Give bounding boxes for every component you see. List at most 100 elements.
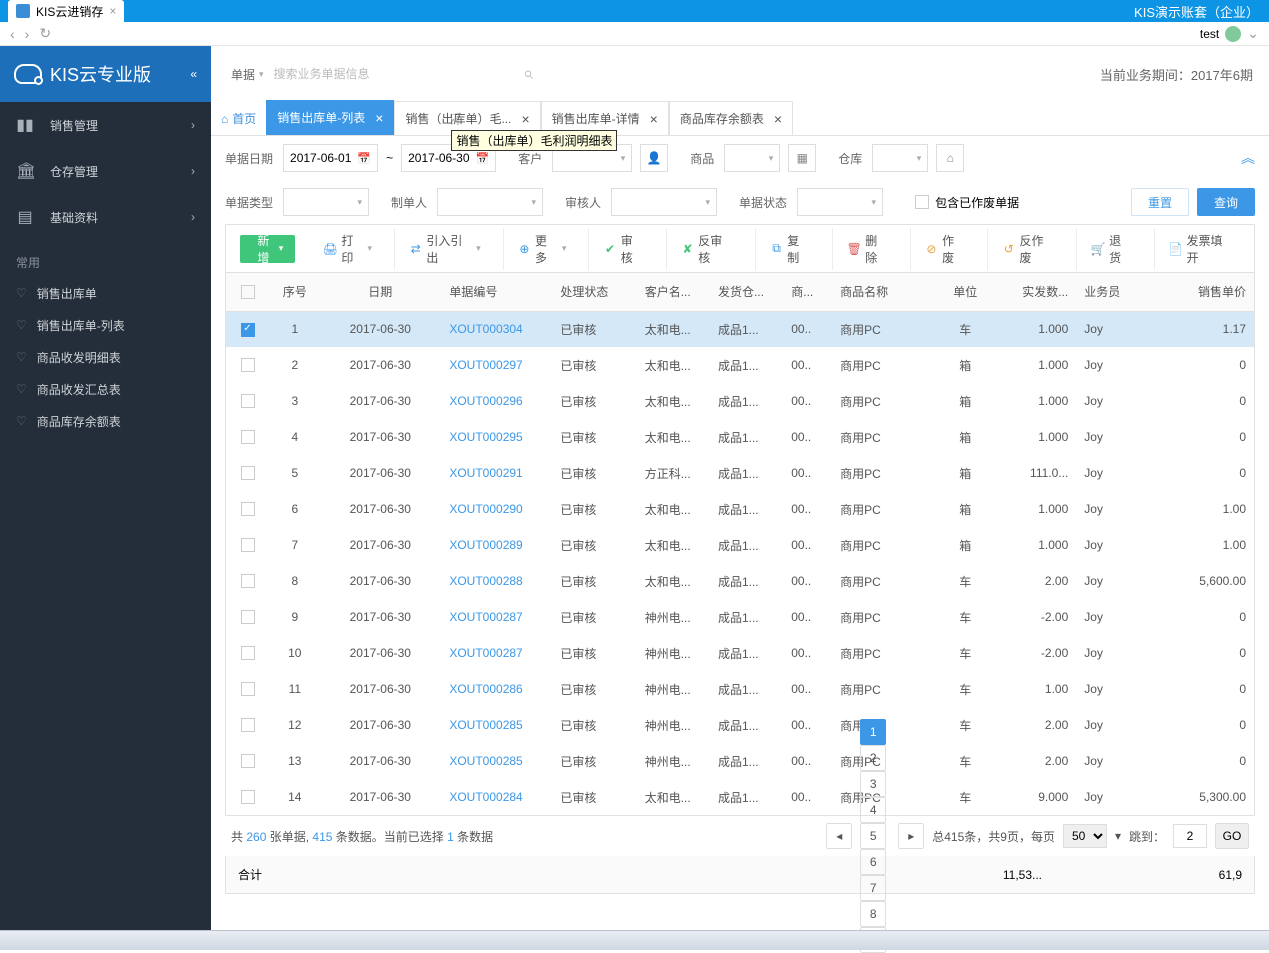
pager-page-number[interactable]: 2	[860, 745, 886, 771]
doc-code-link[interactable]: XOUT000296	[441, 383, 552, 419]
nav-back-icon[interactable]: ‹	[10, 26, 15, 42]
pager-page-number[interactable]: 1	[860, 719, 886, 745]
page-jump-input[interactable]	[1173, 824, 1207, 848]
table-row[interactable]: 102017-06-30XOUT000287已审核神州电...成品1...00.…	[226, 635, 1254, 671]
tab-gross-profit[interactable]: 销售（出库单）毛... × ☟ 销售（出库单）毛利润明细表	[394, 101, 540, 135]
tab-sales-out-list[interactable]: 销售出库单-列表 ×	[266, 100, 394, 135]
column-header[interactable]: 商品名称	[832, 273, 932, 311]
copy-button[interactable]: ⧉复制	[755, 228, 818, 270]
row-checkbox[interactable]	[241, 646, 255, 660]
search-input[interactable]: 搜索业务单据信息	[274, 63, 534, 85]
page-size-select[interactable]: 50	[1063, 824, 1107, 848]
column-header[interactable]: 实发数...	[999, 273, 1077, 311]
close-icon[interactable]: ×	[521, 111, 529, 127]
row-checkbox[interactable]	[241, 394, 255, 408]
maker-select[interactable]: ▾	[437, 188, 543, 216]
sidebar-favorite-item[interactable]: ♡商品收发明细表	[0, 341, 211, 373]
table-row[interactable]: 72017-06-30XOUT000289已审核太和电...成品1...00..…	[226, 527, 1254, 563]
query-button[interactable]: 查询	[1197, 188, 1255, 216]
column-header[interactable]: 处理状态	[552, 273, 636, 311]
new-button[interactable]: 新增▾	[240, 235, 295, 263]
goods-select[interactable]: ▾	[724, 144, 780, 172]
void-button[interactable]: ⊘作废	[910, 228, 973, 270]
date-from-input[interactable]: 2017-06-01📅	[283, 144, 378, 172]
checker-select[interactable]: ▾	[611, 188, 717, 216]
sidebar-favorite-item[interactable]: ♡销售出库单-列表	[0, 309, 211, 341]
search-type-selector[interactable]: 单据 ▾	[231, 66, 264, 83]
row-checkbox[interactable]	[241, 430, 255, 444]
table-row[interactable]: 132017-06-30XOUT000285已审核神州电...成品1...00.…	[226, 743, 1254, 779]
doc-code-link[interactable]: XOUT000297	[441, 347, 552, 383]
sidebar-collapse-icon[interactable]: «	[190, 67, 197, 81]
unvoid-button[interactable]: ↺反作废	[987, 228, 1062, 270]
table-row[interactable]: 22017-06-30XOUT000297已审核太和电...成品1...00..…	[226, 347, 1254, 383]
pager-page-number[interactable]: 7	[860, 875, 886, 901]
row-checkbox[interactable]	[241, 358, 255, 372]
row-checkbox[interactable]	[241, 682, 255, 696]
user-menu-caret-icon[interactable]: ⌄	[1247, 25, 1259, 42]
status-select[interactable]: ▾	[797, 188, 883, 216]
goods-lookup-icon[interactable]: ▦	[788, 144, 816, 172]
row-checkbox[interactable]	[241, 466, 255, 480]
doc-code-link[interactable]: XOUT000289	[441, 527, 552, 563]
select-all-checkbox[interactable]	[241, 285, 255, 299]
doc-code-link[interactable]: XOUT000290	[441, 491, 552, 527]
doc-code-link[interactable]: XOUT000284	[441, 779, 552, 815]
pager-prev-icon[interactable]: ◂	[826, 823, 852, 849]
row-checkbox[interactable]	[241, 790, 255, 804]
expand-filters-icon[interactable]: ︽	[1241, 148, 1255, 168]
table-row[interactable]: 32017-06-30XOUT000296已审核太和电...成品1...00..…	[226, 383, 1254, 419]
doc-code-link[interactable]: XOUT000304	[441, 311, 552, 347]
doc-type-select[interactable]: ▾	[283, 188, 369, 216]
audit-button[interactable]: ✔审核	[588, 228, 651, 270]
column-header[interactable]: 序号	[270, 273, 319, 311]
table-row[interactable]: 112017-06-30XOUT000286已审核神州电...成品1...00.…	[226, 671, 1254, 707]
doc-code-link[interactable]: XOUT000287	[441, 599, 552, 635]
sidebar-favorite-item[interactable]: ♡销售出库单	[0, 277, 211, 309]
warehouse-lookup-icon[interactable]: ⌂	[936, 144, 964, 172]
print-button[interactable]: 🖨打印▾	[309, 228, 380, 270]
customer-lookup-icon[interactable]: 👤	[640, 144, 668, 172]
warehouse-select[interactable]: ▾	[872, 144, 928, 172]
table-row[interactable]: 12017-06-30XOUT000304已审核太和电...成品1...00..…	[226, 311, 1254, 347]
doc-code-link[interactable]: XOUT000285	[441, 707, 552, 743]
column-header[interactable]: 单位	[932, 273, 999, 311]
doc-code-link[interactable]: XOUT000286	[441, 671, 552, 707]
doc-code-link[interactable]: XOUT000285	[441, 743, 552, 779]
close-icon[interactable]: ×	[774, 111, 782, 127]
row-checkbox[interactable]	[241, 718, 255, 732]
row-checkbox[interactable]	[241, 754, 255, 768]
pager-page-number[interactable]: 6	[860, 849, 886, 875]
reset-button[interactable]: 重置	[1131, 188, 1189, 216]
nav-forward-icon[interactable]: ›	[25, 26, 30, 42]
pager-page-number[interactable]: 3	[860, 771, 886, 797]
sidebar-item-basedata[interactable]: ▤ 基础资料 ›	[0, 194, 211, 240]
row-checkbox[interactable]	[241, 323, 255, 337]
doc-code-link[interactable]: XOUT000295	[441, 419, 552, 455]
pager-page-number[interactable]: 4	[860, 797, 886, 823]
row-checkbox[interactable]	[241, 538, 255, 552]
column-header[interactable]: 销售单价	[1154, 273, 1254, 311]
column-header[interactable]: 业务员	[1076, 273, 1154, 311]
tab-close-icon[interactable]: ×	[109, 4, 116, 18]
user-avatar[interactable]	[1225, 26, 1241, 42]
table-row[interactable]: 122017-06-30XOUT000285已审核神州电...成品1...00.…	[226, 707, 1254, 743]
column-header[interactable]: 单据编号	[441, 273, 552, 311]
column-header[interactable]: 商...	[783, 273, 832, 311]
invoice-button[interactable]: 📄发票填开	[1154, 228, 1241, 270]
unaudit-button[interactable]: ✘反审核	[666, 228, 741, 270]
nav-refresh-icon[interactable]: ↻	[39, 25, 51, 42]
browser-tab[interactable]: KIS云进销存 ×	[8, 0, 124, 22]
row-checkbox[interactable]	[241, 502, 255, 516]
table-row[interactable]: 92017-06-30XOUT000287已审核神州电...成品1...00..…	[226, 599, 1254, 635]
table-row[interactable]: 82017-06-30XOUT000288已审核太和电...成品1...00..…	[226, 563, 1254, 599]
close-icon[interactable]: ×	[650, 111, 658, 127]
sidebar-favorite-item[interactable]: ♡商品收发汇总表	[0, 373, 211, 405]
doc-code-link[interactable]: XOUT000291	[441, 455, 552, 491]
more-button[interactable]: ⊕更多▾	[503, 228, 575, 270]
sidebar-favorite-item[interactable]: ♡商品库存余额表	[0, 405, 211, 437]
close-icon[interactable]: ×	[375, 110, 383, 126]
pager-next-icon[interactable]: ▸	[898, 823, 924, 849]
doc-code-link[interactable]: XOUT000288	[441, 563, 552, 599]
pager-page-number[interactable]: 8	[860, 901, 886, 927]
